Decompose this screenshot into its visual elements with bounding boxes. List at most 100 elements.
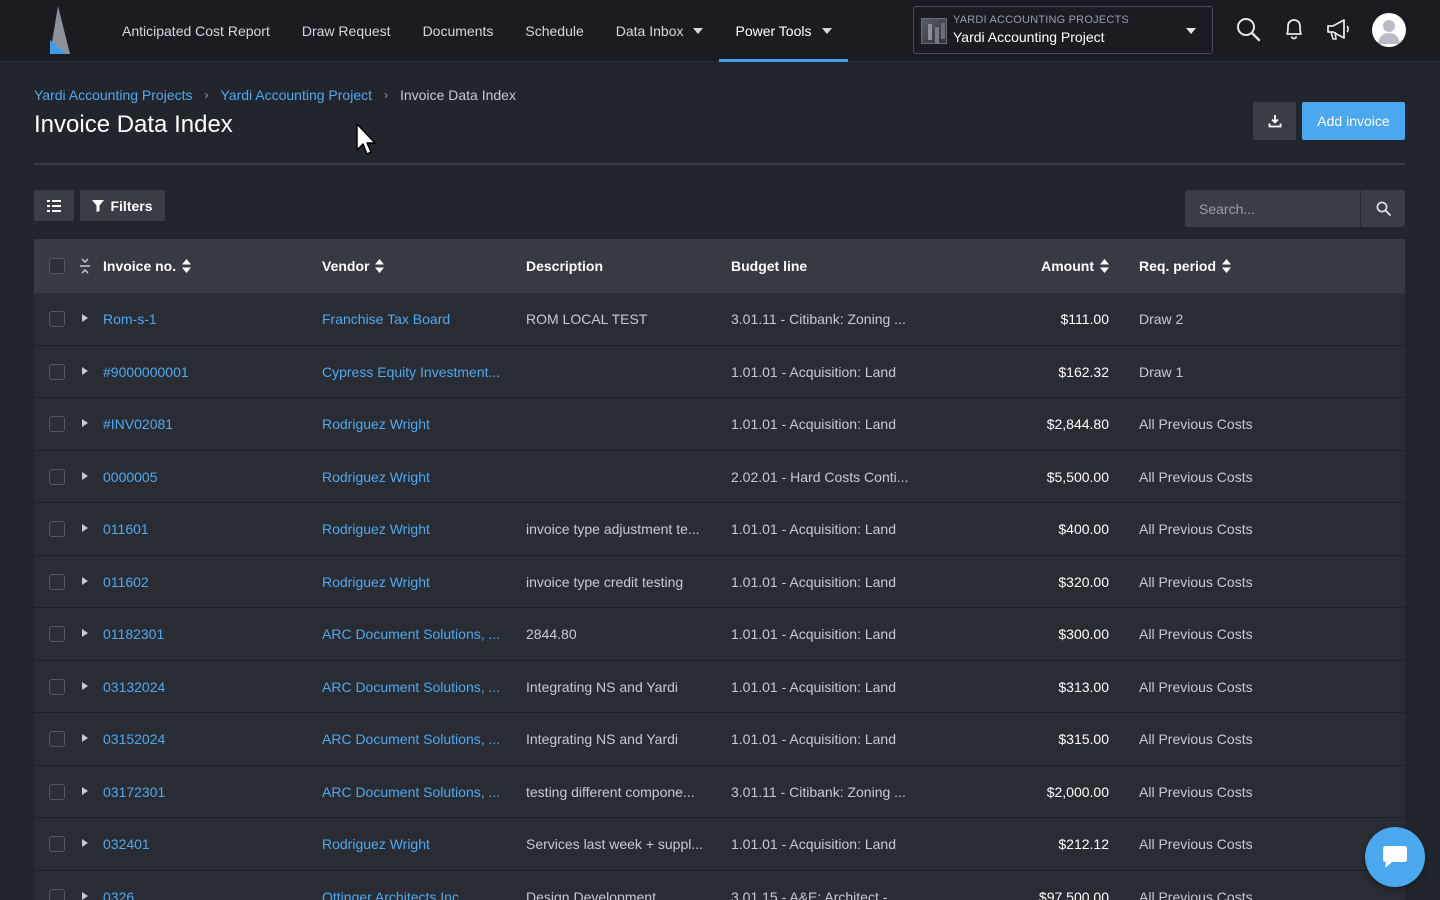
row-checkbox[interactable] (49, 731, 65, 747)
vendor-link[interactable]: Rodriguez Wright (322, 503, 500, 555)
row-checkbox[interactable] (49, 836, 65, 852)
project-selector[interactable]: YARDI ACCOUNTING PROJECTS Yardi Accounti… (913, 6, 1213, 54)
nav-draw-request[interactable]: Draw Request (286, 0, 407, 62)
invoice-number-link[interactable]: 0000005 (103, 451, 303, 503)
table-row[interactable]: Rom-s-1 Franchise Tax Board ROM LOCAL TEST… (34, 293, 1405, 346)
vendor-link[interactable]: Rodriguez Wright (322, 451, 500, 503)
invoice-number-link[interactable]: 03172301 (103, 766, 303, 818)
header-divider (34, 163, 1405, 165)
invoice-number-link[interactable]: #9000000001 (103, 346, 303, 398)
filters-button[interactable]: Filters (80, 190, 165, 221)
nav-power-tools[interactable]: Power Tools (719, 0, 848, 62)
table-row[interactable]: #INV02081 Rodriguez Wright 1.01.01 - Acqui… (34, 398, 1405, 451)
expand-row-icon[interactable] (82, 366, 88, 375)
vendor-link[interactable]: ARC Document Solutions, ... (322, 766, 500, 818)
invoice-number-link[interactable]: 032401 (103, 818, 303, 870)
invoice-number-link[interactable]: 03152024 (103, 713, 303, 765)
column-header-vendor[interactable]: Vendor (322, 239, 500, 293)
add-invoice-button[interactable]: Add invoice (1302, 102, 1405, 140)
breadcrumb-chevron-icon: › (384, 88, 388, 102)
breadcrumb: Yardi Accounting Projects › Yardi Accoun… (34, 87, 516, 103)
expand-row-icon[interactable] (82, 629, 88, 637)
breadcrumb-current: Invoice Data Index (400, 87, 516, 103)
vendor-link[interactable]: Ottinger Architects Inc (322, 871, 500, 900)
table-row[interactable]: 011601 Rodriguez Wright invoice type adjus… (34, 503, 1405, 556)
expand-row-icon[interactable] (82, 419, 88, 427)
chat-support-button[interactable] (1365, 827, 1425, 887)
expand-row-icon[interactable] (82, 839, 88, 847)
column-header-req-period[interactable]: Req. period (1139, 239, 1339, 293)
nav-anticipated-cost-report[interactable]: Anticipated Cost Report (106, 0, 286, 62)
app-logo-icon[interactable] (46, 6, 70, 54)
vendor-link[interactable]: Rodriguez Wright (322, 818, 500, 870)
expand-row-icon[interactable] (82, 786, 88, 795)
row-checkbox[interactable] (49, 678, 65, 695)
breadcrumb-link-project[interactable]: Yardi Accounting Project (221, 87, 373, 103)
invoice-number-link[interactable]: 03132024 (103, 661, 303, 713)
amount-cell: $400.00 (1058, 521, 1109, 537)
row-checkbox[interactable] (49, 311, 65, 327)
table-row[interactable]: 0000005 Rodriguez Wright 2.02.01 - Hard Co… (34, 450, 1405, 503)
search-submit-button[interactable] (1360, 190, 1405, 227)
description-cell: Services last week + suppl... (526, 836, 704, 852)
expand-row-icon[interactable] (82, 314, 88, 322)
table-row[interactable]: 032401 Rodriguez Wright Services last week… (34, 818, 1405, 871)
search-icon[interactable] (1234, 15, 1262, 43)
table-row[interactable]: 03132024 ARC Document Solutions, ... Integ… (34, 660, 1405, 713)
description-cell: ROM LOCAL TEST (526, 311, 648, 327)
description-cell: Design Development (526, 888, 656, 900)
expand-row-icon[interactable] (82, 576, 88, 585)
download-button[interactable] (1253, 102, 1296, 140)
budget-line-cell: 1.01.01 - Acquisition: Land (731, 678, 897, 695)
vendor-link[interactable]: Rodriguez Wright (322, 556, 500, 608)
search-input[interactable] (1185, 190, 1360, 227)
row-checkbox[interactable] (49, 783, 65, 800)
vendor-link[interactable]: ARC Document Solutions, ... (322, 713, 500, 765)
project-thumbnail (921, 18, 947, 44)
invoice-number-link[interactable]: #INV02081 (103, 398, 303, 450)
vendor-link[interactable]: ARC Document Solutions, ... (322, 661, 500, 713)
invoice-number-link[interactable]: 0326 (103, 871, 303, 900)
column-header-amount[interactable]: Amount (994, 239, 1109, 293)
expand-row-icon[interactable] (82, 681, 88, 690)
table-row[interactable]: 0326 Ottinger Architects Inc Design Develo… (34, 870, 1405, 900)
vendor-link[interactable]: ARC Document Solutions, ... (322, 608, 500, 660)
vendor-link[interactable]: Franchise Tax Board (322, 293, 500, 345)
table-row[interactable]: 01182301 ARC Document Solutions, ... 2844.… (34, 608, 1405, 661)
column-header-invoice-no[interactable]: Invoice no. (103, 239, 303, 293)
req-period-cell: All Previous Costs (1139, 836, 1253, 852)
table-row[interactable]: 011602 Rodriguez Wright invoice type credi… (34, 555, 1405, 608)
row-checkbox[interactable] (49, 468, 65, 485)
row-checkbox[interactable] (49, 573, 65, 590)
row-checkbox[interactable] (49, 626, 65, 642)
expand-row-icon[interactable] (82, 471, 88, 480)
expand-row-icon[interactable] (82, 891, 88, 900)
invoice-number-link[interactable]: 011601 (103, 503, 303, 555)
breadcrumb-link-projects[interactable]: Yardi Accounting Projects (34, 87, 193, 103)
megaphone-icon[interactable] (1324, 15, 1352, 43)
amount-cell: $320.00 (1058, 573, 1109, 590)
expand-row-icon[interactable] (82, 524, 88, 532)
invoice-number-link[interactable]: 01182301 (103, 608, 303, 660)
user-avatar-icon[interactable] (1372, 13, 1406, 47)
row-checkbox[interactable] (49, 363, 65, 380)
select-all-checkbox[interactable] (49, 258, 65, 274)
table-row[interactable]: 03172301 ARC Document Solutions, ... testi… (34, 765, 1405, 818)
nav-documents[interactable]: Documents (407, 0, 510, 62)
expand-collapse-all-icon[interactable] (79, 257, 91, 275)
invoice-number-link[interactable]: Rom-s-1 (103, 293, 303, 345)
bell-icon[interactable] (1280, 15, 1308, 43)
row-checkbox[interactable] (49, 416, 65, 432)
nav-data-inbox[interactable]: Data Inbox (600, 0, 720, 62)
table-row[interactable]: #9000000001 Cypress Equity Investment... 1… (34, 345, 1405, 398)
project-org-label: YARDI ACCOUNTING PROJECTS (953, 14, 1129, 26)
vendor-link[interactable]: Cypress Equity Investment... (322, 346, 500, 398)
invoice-number-link[interactable]: 011602 (103, 556, 303, 608)
expand-row-icon[interactable] (82, 734, 88, 742)
vendor-link[interactable]: Rodriguez Wright (322, 398, 500, 450)
nav-schedule[interactable]: Schedule (509, 0, 599, 62)
row-checkbox[interactable] (49, 521, 65, 537)
table-row[interactable]: 03152024 ARC Document Solutions, ... Integ… (34, 713, 1405, 766)
column-settings-button[interactable] (34, 190, 74, 221)
row-checkbox[interactable] (49, 888, 65, 900)
